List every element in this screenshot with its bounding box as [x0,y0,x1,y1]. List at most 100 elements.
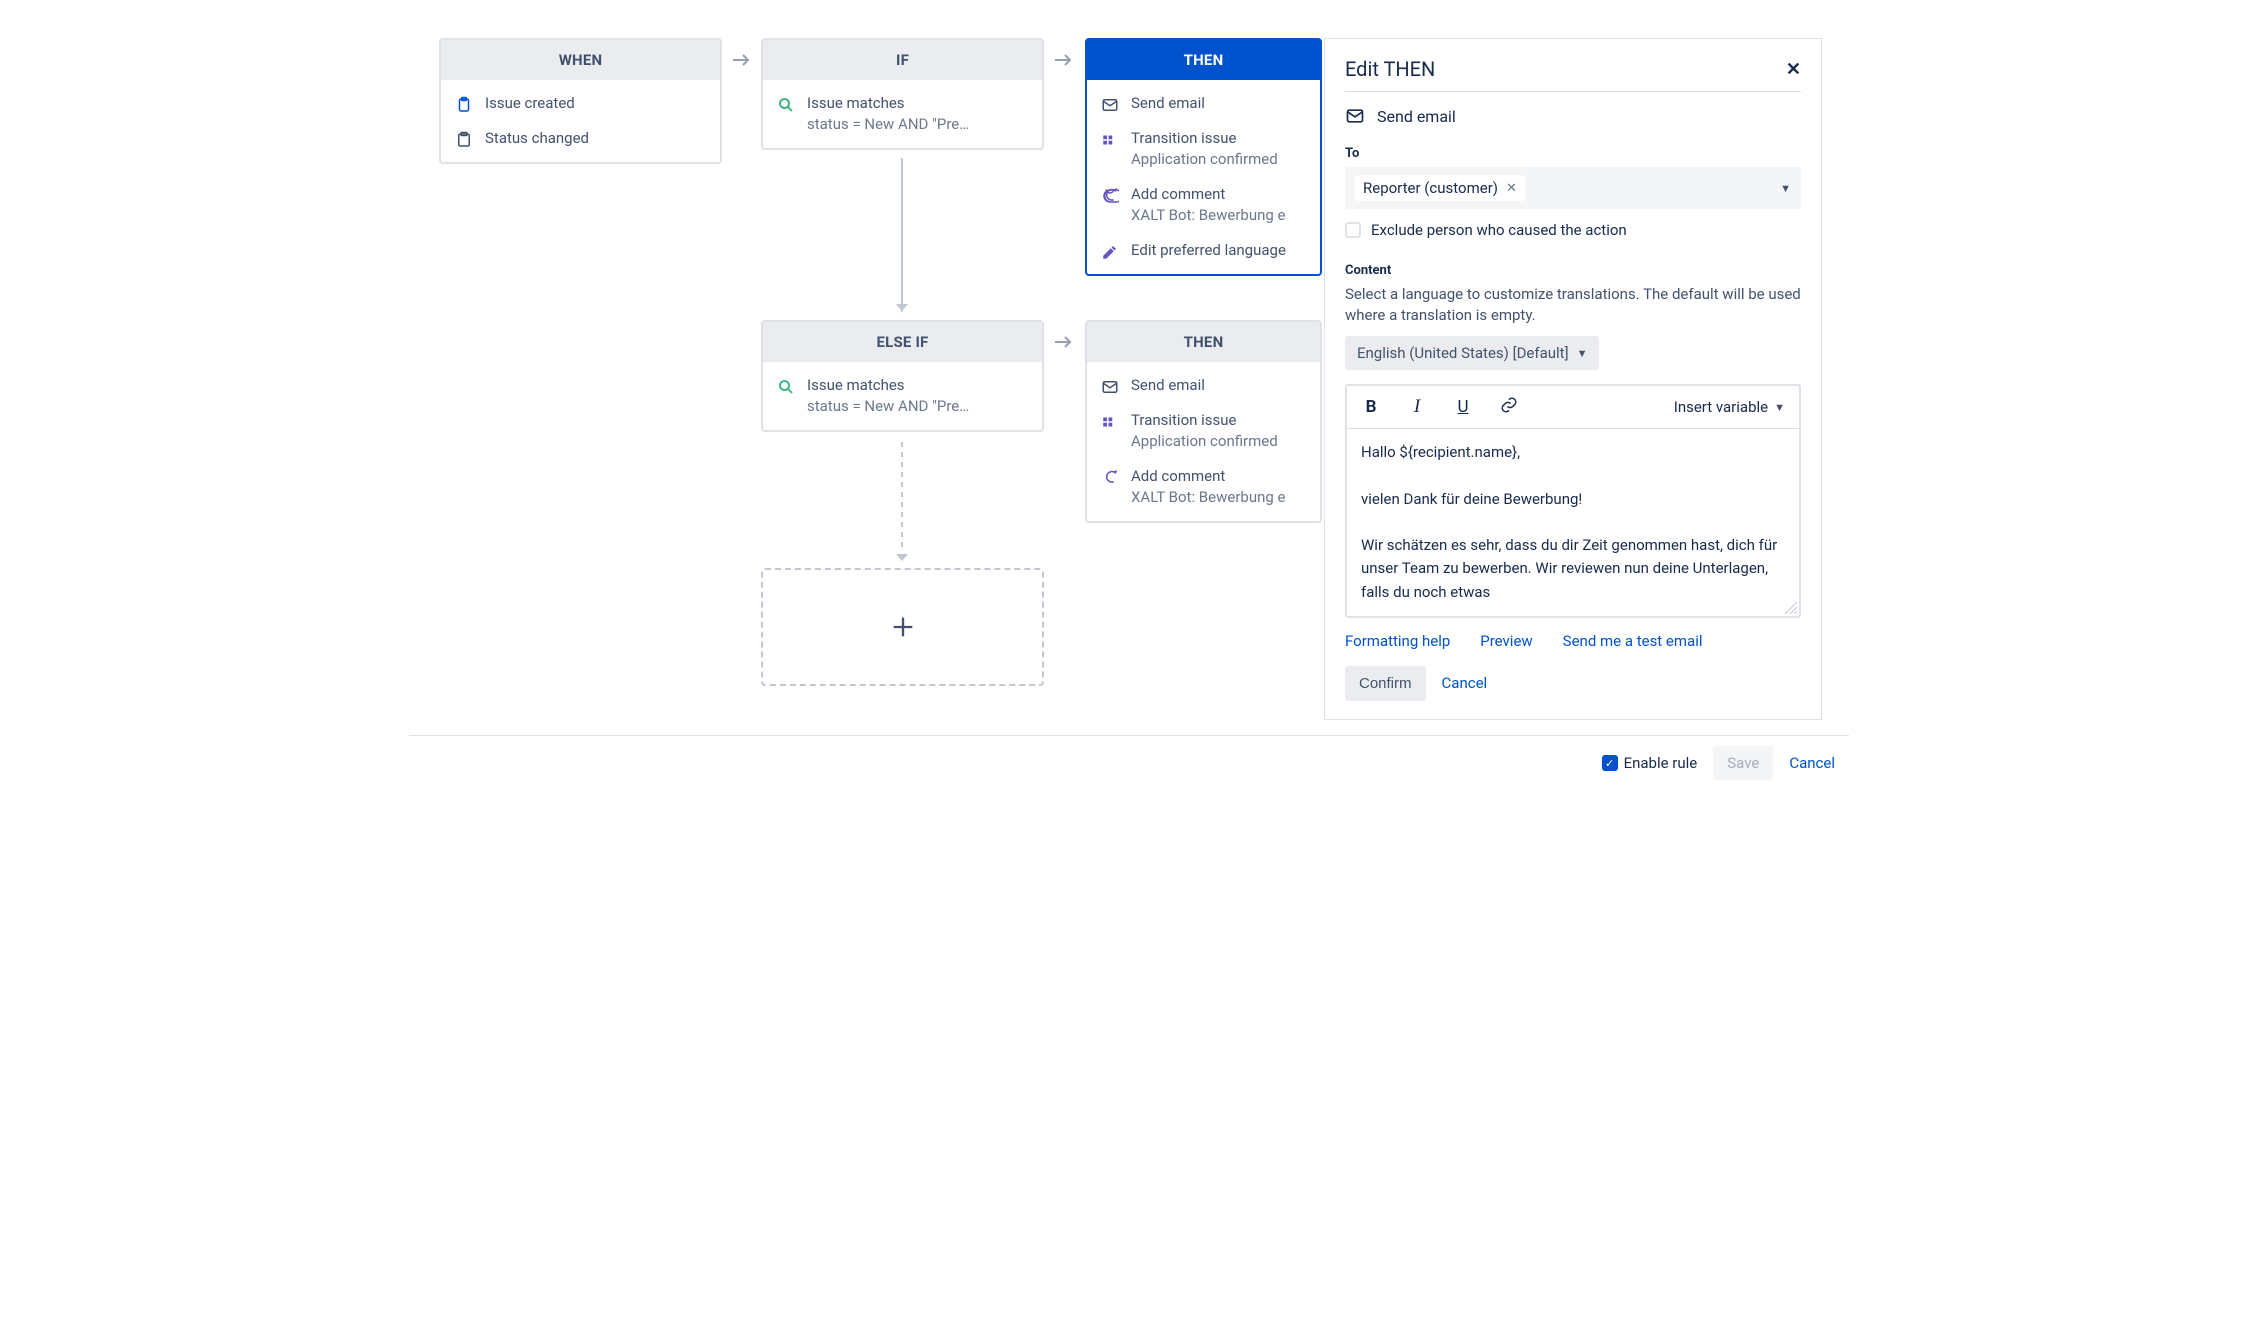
then-action-transition[interactable]: Transition issue Application confirmed [1087,403,1320,459]
then-card-selected[interactable]: THEN Send email Transition issue Applica… [1085,38,1322,276]
checkbox-checked-icon[interactable]: ✓ [1602,755,1618,771]
transition-icon [1101,413,1119,431]
action-text: Add comment XALT Bot: Bewerbung e [1131,466,1285,508]
if-condition-text: Issue matches status = New AND "Pre… [807,93,969,135]
insert-variable-label: Insert variable [1674,398,1768,416]
then-action-send-email[interactable]: Send email [1087,86,1320,121]
panel-action-row: Send email [1345,92,1801,146]
when-item-issue-created[interactable]: Issue created [441,86,720,121]
then-header: THEN [1087,322,1320,362]
cancel-button[interactable]: Cancel [1442,674,1488,692]
then-action-comment[interactable]: Add comment XALT Bot: Bewerbung e [1087,177,1320,233]
mail-icon [1101,96,1119,114]
formatting-help-link[interactable]: Formatting help [1345,632,1450,650]
when-item-label: Status changed [485,128,589,149]
exclude-checkbox-row[interactable]: Exclude person who caused the action [1345,221,1801,239]
language-select[interactable]: English (United States) [Default] ▼ [1345,336,1599,370]
plus-icon [889,613,917,641]
enable-rule-toggle[interactable]: ✓ Enable rule [1602,754,1698,772]
action-sub: XALT Bot: Bewerbung e [1131,205,1285,226]
action-label: Send email [1131,375,1205,396]
elseif-condition[interactable]: Issue matches status = New AND "Pre… [763,368,1042,424]
automation-canvas: WHEN Issue created Status changed IF [409,0,1849,790]
footer-cancel-button[interactable]: Cancel [1789,754,1835,772]
search-icon [777,96,795,114]
action-label: Transition issue [1131,128,1278,149]
mail-icon [1345,106,1365,126]
italic-button[interactable]: I [1407,396,1427,418]
underline-button[interactable]: U [1453,397,1473,417]
comment-icon [1101,187,1119,205]
confirm-button[interactable]: Confirm [1345,666,1426,701]
close-icon[interactable]: ✕ [1786,59,1801,80]
action-label: Add comment [1131,184,1285,205]
when-item-status-changed[interactable]: Status changed [441,121,720,156]
rich-text-editor: B I U Insert variable ▼ Hallo ${recipien… [1345,384,1801,618]
if-card[interactable]: IF Issue matches status = New AND "Pre… [761,38,1044,150]
comment-icon [1101,469,1119,487]
chip-remove-icon[interactable]: ✕ [1506,181,1517,196]
action-label: Send email [1131,93,1205,114]
action-sub: XALT Bot: Bewerbung e [1131,487,1285,508]
to-chip[interactable]: Reporter (customer) ✕ [1355,175,1525,201]
page-footer: ✓ Enable rule Save Cancel [409,735,1849,790]
arrow-right-icon [729,48,753,72]
resize-grip-icon[interactable] [1785,602,1797,614]
condition-sub: status = New AND "Pre… [807,396,969,417]
arrow-right-icon [1051,48,1075,72]
then-header: THEN [1087,40,1320,80]
connector-dashed [901,442,903,566]
condition-sub: status = New AND "Pre… [807,114,969,135]
link-button[interactable] [1499,396,1519,418]
add-block-button[interactable] [761,568,1044,686]
editor-links: Formatting help Preview Send me a test e… [1345,618,1801,666]
arrow-down-icon [894,300,910,320]
condition-label: Issue matches [807,375,969,396]
when-header: WHEN [441,40,720,80]
when-card[interactable]: WHEN Issue created Status changed [439,38,722,164]
content-label: Content [1345,263,1801,278]
action-label: Edit preferred language [1131,240,1286,261]
then-action-transition[interactable]: Transition issue Application confirmed [1087,121,1320,177]
panel-action-label: Send email [1377,107,1456,126]
if-header: IF [763,40,1042,80]
clipboard-icon [455,96,473,114]
arrow-right-icon [1051,330,1075,354]
then-card[interactable]: THEN Send email Transition issue Applica… [1085,320,1322,523]
action-label: Transition issue [1131,410,1278,431]
condition-label: Issue matches [807,93,969,114]
save-button[interactable]: Save [1713,746,1773,780]
then-action-send-email[interactable]: Send email [1087,368,1320,403]
preview-link[interactable]: Preview [1480,632,1532,650]
insert-variable-button[interactable]: Insert variable ▼ [1674,398,1785,416]
enable-rule-label: Enable rule [1624,754,1698,772]
test-email-link[interactable]: Send me a test email [1563,632,1703,650]
to-label: To [1345,146,1801,161]
chevron-down-icon[interactable]: ▼ [1780,182,1791,195]
action-label: Add comment [1131,466,1285,487]
action-text: Transition issue Application confirmed [1131,410,1278,452]
chevron-down-icon: ▼ [1774,401,1785,414]
elseif-card[interactable]: ELSE IF Issue matches status = New AND "… [761,320,1044,432]
transition-icon [1101,131,1119,149]
action-text: Transition issue Application confirmed [1131,128,1278,170]
edit-then-panel: Edit THEN ✕ Send email To Reporter (cust… [1324,38,1822,720]
if-condition[interactable]: Issue matches status = New AND "Pre… [763,86,1042,142]
to-select[interactable]: Reporter (customer) ✕ ▼ [1345,167,1801,209]
editor-content: Hallo ${recipient.name}, vielen Dank für… [1361,441,1785,604]
action-sub: Application confirmed [1131,431,1278,452]
then-action-edit-lang[interactable]: Edit preferred language [1087,233,1320,268]
mail-icon [1101,378,1119,396]
checkbox-unchecked[interactable] [1345,222,1361,238]
then-action-comment[interactable]: Add comment XALT Bot: Bewerbung e [1087,459,1320,515]
language-label: English (United States) [Default] [1357,344,1569,362]
chevron-down-icon: ▼ [1577,347,1588,360]
bold-button[interactable]: B [1361,397,1381,417]
connector-line [901,158,903,318]
editor-textarea[interactable]: Hallo ${recipient.name}, vielen Dank für… [1347,429,1799,616]
when-item-label: Issue created [485,93,575,114]
arrow-down-icon [894,550,910,570]
search-icon [777,378,795,396]
action-text: Add comment XALT Bot: Bewerbung e [1131,184,1285,226]
edit-icon [1101,243,1119,261]
